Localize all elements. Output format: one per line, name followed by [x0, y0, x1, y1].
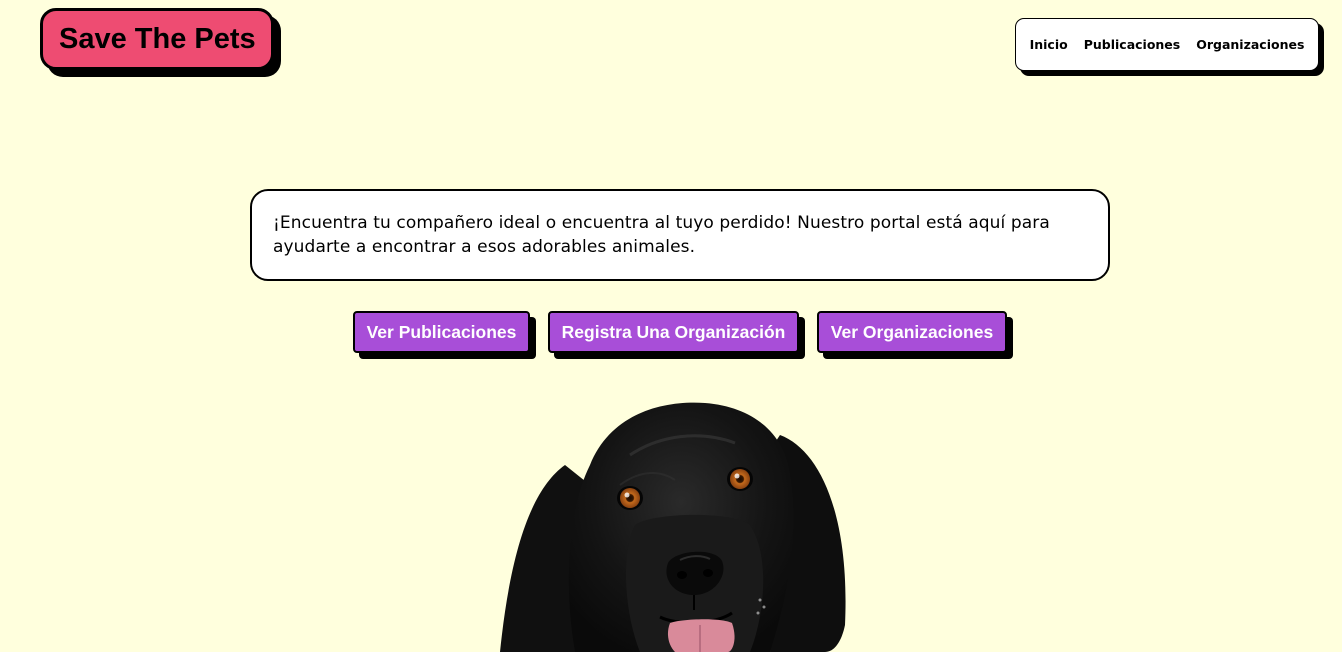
logo-container: Save The Pets: [40, 8, 274, 70]
site-logo[interactable]: Save The Pets: [40, 8, 274, 70]
ver-organizaciones-button[interactable]: Ver Organizaciones: [817, 311, 1007, 353]
intro-text: ¡Encuentra tu compañero ideal o encuentr…: [273, 213, 1050, 257]
registra-organizacion-button[interactable]: Registra Una Organización: [548, 311, 799, 353]
action-buttons: Ver Publicaciones Registra Una Organizac…: [0, 311, 1342, 371]
ver-publicaciones-button[interactable]: Ver Publicaciones: [353, 311, 530, 353]
nav-link-organizaciones[interactable]: Organizaciones: [1196, 37, 1304, 52]
intro-box: ¡Encuentra tu compañero ideal o encuentr…: [250, 189, 1110, 281]
dog-image: [500, 402, 846, 652]
nav-link-publicaciones[interactable]: Publicaciones: [1084, 37, 1181, 52]
main-nav: Inicio Publicaciones Organizaciones: [1015, 18, 1319, 71]
nav-link-inicio[interactable]: Inicio: [1030, 37, 1068, 52]
